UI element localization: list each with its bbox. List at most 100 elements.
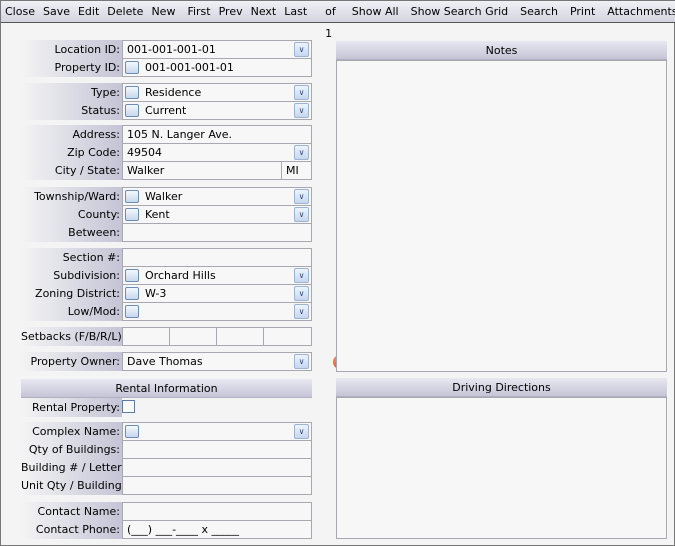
township-value: Walker	[145, 190, 183, 203]
county-field[interactable]: Kent ∨	[122, 205, 312, 224]
section-label: Section #:	[21, 248, 122, 267]
zoning-label: Zoning District:	[21, 284, 122, 303]
lookup-icon[interactable]	[125, 103, 139, 117]
setback-right-field[interactable]	[216, 327, 264, 346]
complex-label: Complex Name:	[21, 422, 122, 441]
lookup-icon[interactable]	[125, 286, 139, 300]
contact-phone-row: Contact Phone: (___) ___-____ x _____	[21, 520, 312, 539]
delete-button[interactable]: Delete	[103, 1, 147, 23]
setback-back-field[interactable]	[169, 327, 217, 346]
unit-qty-label: Unit Qty / Building:	[21, 476, 125, 495]
last-button[interactable]: Last	[280, 1, 311, 23]
contact-phone-field[interactable]: (___) ___-____ x _____	[122, 520, 312, 539]
county-row: County: Kent ∨	[21, 205, 312, 224]
setback-left-field[interactable]	[263, 327, 312, 346]
lowmod-field[interactable]: ∨	[122, 302, 312, 321]
chevron-down-icon[interactable]: ∨	[294, 189, 309, 204]
township-field[interactable]: Walker ∨	[122, 187, 312, 206]
section-field[interactable]	[122, 248, 312, 267]
first-button[interactable]: First	[183, 1, 214, 23]
unit-qty-field[interactable]	[122, 476, 312, 495]
property-id-field[interactable]: 001-001-001-01	[122, 58, 312, 77]
building-letter-field[interactable]	[122, 458, 312, 477]
state-value: MI	[286, 164, 299, 177]
complex-field[interactable]: ∨	[122, 422, 312, 441]
chevron-down-icon[interactable]: ∨	[294, 304, 309, 319]
complex-row: Complex Name: ∨	[21, 422, 312, 441]
save-button[interactable]: Save	[39, 1, 74, 23]
zoning-row: Zoning District: W-3 ∨	[21, 284, 312, 303]
city-value: Walker	[127, 164, 165, 177]
city-state-label: City / State:	[21, 161, 122, 180]
chevron-down-icon[interactable]: ∨	[294, 103, 309, 118]
lookup-icon[interactable]	[125, 60, 139, 74]
lowmod-row: Low/Mod: ∨	[21, 302, 312, 321]
close-button[interactable]: Close	[1, 1, 39, 23]
address-row: Address: 105 N. Langer Ave.	[21, 125, 312, 144]
lookup-icon[interactable]	[125, 189, 139, 203]
chevron-down-icon[interactable]: ∨	[294, 85, 309, 100]
show-search-grid-button[interactable]: Show Search Grid	[407, 1, 513, 23]
lookup-icon[interactable]	[125, 268, 139, 282]
chevron-down-icon[interactable]: ∨	[294, 145, 309, 160]
between-row: Between:	[21, 223, 312, 242]
city-state-row: City / State: Walker MI	[21, 161, 312, 180]
chevron-down-icon[interactable]: ∨	[294, 286, 309, 301]
subdivision-row: Subdivision: Orchard Hills ∨	[21, 266, 312, 285]
chevron-down-icon[interactable]: ∨	[294, 207, 309, 222]
qty-buildings-field[interactable]	[122, 440, 312, 459]
qty-buildings-row: Qty of Buildings:	[21, 440, 312, 459]
type-field[interactable]: Residence ∨	[122, 83, 312, 102]
lookup-icon[interactable]	[125, 85, 139, 99]
contact-phone-label: Contact Phone:	[21, 520, 122, 539]
contact-name-field[interactable]	[122, 502, 312, 521]
attachments-button[interactable]: Attachments	[603, 1, 675, 23]
lookup-icon[interactable]	[125, 424, 139, 438]
chevron-down-icon[interactable]: ∨	[294, 424, 309, 439]
type-label: Type:	[21, 83, 122, 102]
search-button[interactable]: Search	[516, 1, 562, 23]
print-button[interactable]: Print	[566, 1, 599, 23]
address-field[interactable]: 105 N. Langer Ave.	[122, 125, 312, 144]
chevron-down-icon[interactable]: ∨	[294, 268, 309, 283]
status-field[interactable]: Current ∨	[122, 101, 312, 120]
toolbar: Close Save Edit Delete New First Prev Ne…	[1, 1, 675, 40]
location-id-field[interactable]: 001-001-001-01 ∨	[122, 40, 312, 59]
setback-front-field[interactable]	[122, 327, 170, 346]
zip-field[interactable]: 49504 ∨	[122, 143, 312, 162]
contact-name-row: Contact Name:	[21, 502, 312, 521]
between-field[interactable]	[122, 223, 312, 242]
building-letter-label: Building # / Letter:	[21, 458, 125, 477]
notes-textarea[interactable]	[336, 60, 667, 372]
unit-qty-row: Unit Qty / Building:	[21, 476, 312, 495]
chevron-down-icon[interactable]: ∨	[294, 354, 309, 369]
county-label: County:	[21, 205, 122, 224]
location-id-label: Location ID:	[21, 40, 122, 59]
driving-directions-header: Driving Directions	[336, 378, 667, 397]
location-id-row: Location ID: 001-001-001-01 ∨	[21, 40, 312, 59]
chevron-down-icon[interactable]: ∨	[294, 42, 309, 57]
zoning-field[interactable]: W-3 ∨	[122, 284, 312, 303]
property-id-value: 001-001-001-01	[145, 61, 234, 74]
subdivision-field[interactable]: Orchard Hills ∨	[122, 266, 312, 285]
setbacks-label: Setbacks (F/B/R/L):	[21, 327, 125, 346]
zip-row: Zip Code: 49504 ∨	[21, 143, 312, 162]
contact-phone-value: (___) ___-____ x _____	[127, 523, 240, 536]
driving-directions-textarea[interactable]	[336, 397, 667, 539]
edit-button[interactable]: Edit	[74, 1, 103, 23]
zoning-value: W-3	[145, 287, 167, 300]
owner-field[interactable]: Dave Thomas ∨	[122, 352, 312, 371]
location-id-value: 001-001-001-01	[127, 43, 216, 56]
rental-property-label: Rental Property:	[21, 398, 122, 417]
show-all-button[interactable]: Show All	[348, 1, 403, 23]
setbacks-row: Setbacks (F/B/R/L):	[21, 327, 312, 346]
rental-property-checkbox[interactable]	[122, 400, 135, 413]
owner-label: Property Owner:	[21, 352, 122, 371]
next-button[interactable]: Next	[247, 1, 281, 23]
lookup-icon[interactable]	[125, 207, 139, 221]
new-button[interactable]: New	[147, 1, 179, 23]
lookup-icon[interactable]	[125, 304, 139, 318]
state-field[interactable]: MI	[281, 161, 312, 180]
city-field[interactable]: Walker	[122, 161, 282, 180]
prev-button[interactable]: Prev	[215, 1, 247, 23]
